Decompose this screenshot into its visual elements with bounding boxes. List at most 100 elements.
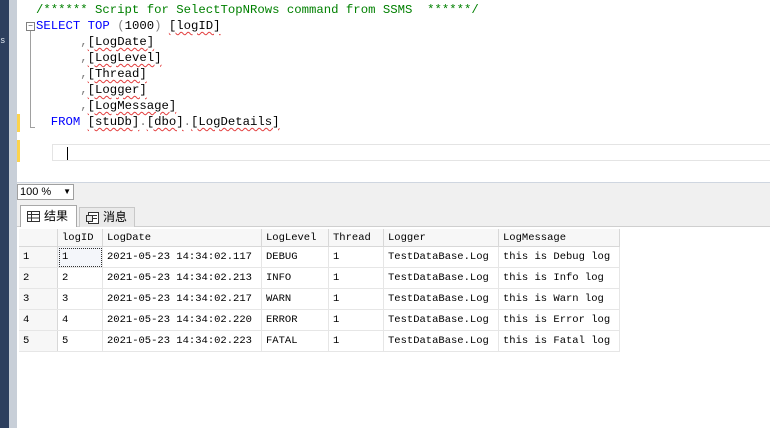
table-cell[interactable]: WARN	[261, 288, 329, 310]
code-token: ,	[80, 67, 88, 81]
code-token: [logID]	[168, 19, 221, 33]
current-line-highlight	[52, 144, 770, 161]
row-number[interactable]: 4	[19, 309, 58, 331]
code-token: [LogDate]	[87, 35, 155, 49]
table-cell[interactable]: 1	[57, 246, 103, 268]
table-cell[interactable]: FATAL	[261, 330, 329, 352]
code-line: ,[Thread]	[36, 66, 479, 82]
results-grid-area: logID LogDate LogLevel Thread Logger LogMessa…	[17, 227, 770, 428]
table-cell[interactable]: TestDataBase.Log	[383, 267, 499, 289]
table-cell[interactable]: 3	[57, 288, 103, 310]
table-row[interactable]: 2 2 2021-05-23 14:34:02.213 INFO 1 TestDataBa…	[19, 267, 620, 289]
table-cell[interactable]: 2021-05-23 14:34:02.220	[102, 309, 262, 331]
code-line: ,[LogDate]	[36, 34, 479, 50]
code-token: 1000	[124, 19, 155, 33]
collapse-icon[interactable]: −	[26, 22, 35, 31]
table-cell[interactable]: this is Info log	[498, 267, 620, 289]
code-line: SELECT TOP (1000) [logID]	[36, 18, 479, 34]
code-token: /****** Script for SelectTopNRows comman…	[36, 3, 479, 17]
table-cell[interactable]: 1	[328, 309, 384, 331]
table-cell[interactable]: 4	[57, 309, 103, 331]
column-header[interactable]: Thread	[328, 229, 384, 247]
table-cell[interactable]: TestDataBase.Log	[383, 246, 499, 268]
table-cell[interactable]: 1	[328, 288, 384, 310]
code-token: [LogMessage]	[87, 99, 177, 113]
table-cell[interactable]: DEBUG	[261, 246, 329, 268]
column-header[interactable]: LogDate	[102, 229, 262, 247]
code-token: )	[154, 19, 162, 33]
sql-code[interactable]: /****** Script for SelectTopNRows comman…	[36, 2, 479, 130]
table-row[interactable]: 4 4 2021-05-23 14:34:02.220 ERROR 1 TestDataB…	[19, 309, 620, 331]
outline-line	[30, 31, 31, 128]
column-header[interactable]: Logger	[383, 229, 499, 247]
table-cell[interactable]: 2021-05-23 14:34:02.213	[102, 267, 262, 289]
table-cell[interactable]: 2021-05-23 14:34:02.217	[102, 288, 262, 310]
table-row[interactable]: 5 5 2021-05-23 14:34:02.223 FATAL 1 TestDataB…	[19, 330, 620, 352]
code-token: ,	[80, 83, 88, 97]
column-header[interactable]: LogMessage	[498, 229, 620, 247]
code-token: FROM	[36, 115, 88, 129]
table-cell[interactable]: 1	[328, 267, 384, 289]
clipped-label: s	[0, 36, 6, 46]
table-cell[interactable]: this is Debug log	[498, 246, 620, 268]
table-cell[interactable]: TestDataBase.Log	[383, 330, 499, 352]
table-cell[interactable]: 1	[328, 330, 384, 352]
tab-messages[interactable]: 消息	[79, 207, 135, 227]
code-token: [LogLevel]	[87, 51, 162, 65]
table-cell[interactable]: 2021-05-23 14:34:02.117	[102, 246, 262, 268]
row-number[interactable]: 2	[19, 267, 58, 289]
table-cell[interactable]: this is Error log	[498, 309, 620, 331]
row-number[interactable]: 3	[19, 288, 58, 310]
column-header[interactable]: logID	[57, 229, 103, 247]
table-cell[interactable]: TestDataBase.Log	[383, 288, 499, 310]
zoom-value: 100 %	[20, 186, 52, 198]
table-row[interactable]: 1 1 2021-05-23 14:34:02.117 DEBUG 1 TestDataB…	[19, 246, 620, 268]
table-row[interactable]: 3 3 2021-05-23 14:34:02.217 WARN 1 TestDataBa…	[19, 288, 620, 310]
code-token: ,	[80, 51, 88, 65]
text-caret	[67, 147, 68, 160]
code-line: ,[Logger]	[36, 82, 479, 98]
results-tabs: 结果 消息	[17, 201, 770, 227]
messages-icon	[86, 211, 99, 224]
grid-corner[interactable]	[19, 229, 58, 247]
code-token: ,	[80, 99, 88, 113]
code-token: (	[117, 19, 125, 33]
chevron-down-icon[interactable]: ▼	[63, 185, 71, 199]
code-line: FROM [stuDb].[dbo].[LogDetails]	[36, 114, 479, 130]
results-grid[interactable]: logID LogDate LogLevel Thread Logger LogMessa…	[19, 229, 620, 352]
grid-icon	[27, 211, 40, 223]
code-line: ,[LogLevel]	[36, 50, 479, 66]
code-token: [Logger]	[87, 83, 147, 97]
changed-line-marker	[17, 114, 20, 132]
left-window-edge: s	[0, 0, 9, 428]
changed-line-marker	[17, 140, 20, 162]
table-cell[interactable]: TestDataBase.Log	[383, 309, 499, 331]
table-cell[interactable]: 2021-05-23 14:34:02.223	[102, 330, 262, 352]
zoom-select[interactable]: 100 % ▼	[17, 184, 74, 200]
table-cell[interactable]: 2	[57, 267, 103, 289]
code-line: /****** Script for SelectTopNRows comman…	[36, 2, 479, 18]
row-number[interactable]: 5	[19, 330, 58, 352]
row-number[interactable]: 1	[19, 246, 58, 268]
code-token: [Thread]	[87, 67, 147, 81]
table-cell[interactable]: INFO	[261, 267, 329, 289]
table-cell[interactable]: 5	[57, 330, 103, 352]
table-cell[interactable]: ERROR	[261, 309, 329, 331]
code-token: .	[139, 115, 147, 129]
zoom-bar: 100 % ▼	[17, 182, 770, 201]
code-token: SELECT TOP	[36, 19, 118, 33]
code-token: [dbo]	[146, 115, 184, 129]
table-cell[interactable]: this is Fatal log	[498, 330, 620, 352]
code-line: ,[LogMessage]	[36, 98, 479, 114]
table-cell[interactable]: 1	[328, 246, 384, 268]
column-header[interactable]: LogLevel	[261, 229, 329, 247]
table-cell[interactable]: this is Warn log	[498, 288, 620, 310]
tab-results[interactable]: 结果	[20, 205, 77, 227]
code-token: [LogDetails]	[191, 115, 280, 129]
